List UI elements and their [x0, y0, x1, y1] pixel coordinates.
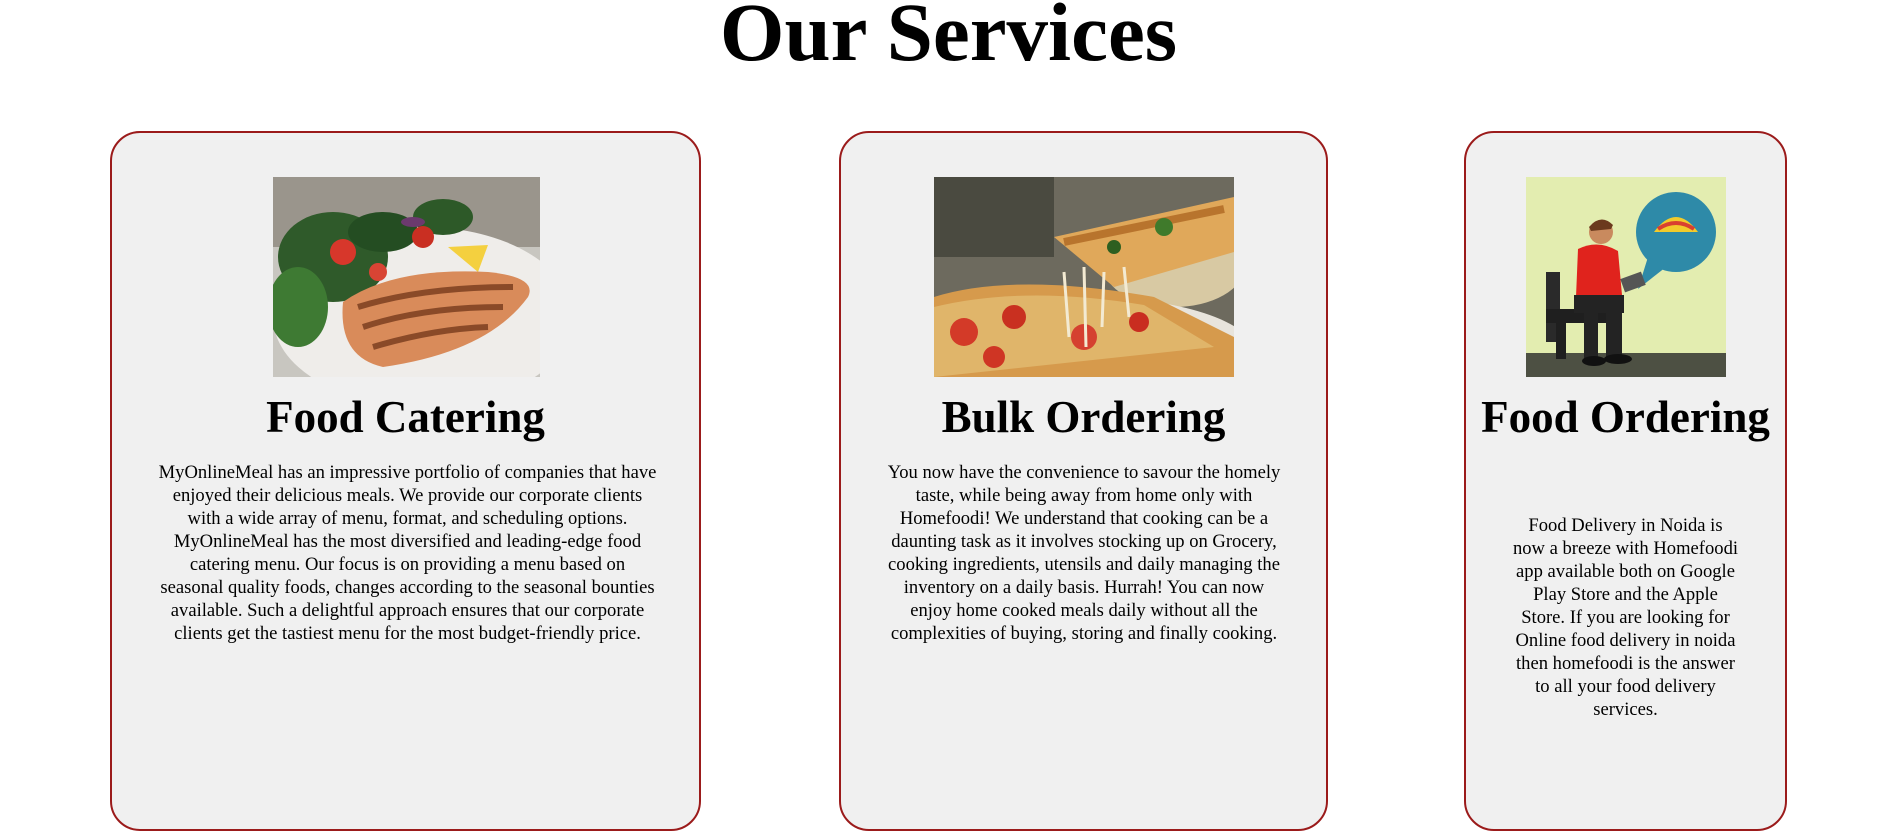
service-description: You now have the convenience to savour t…: [887, 462, 1281, 644]
service-title: Food Catering: [266, 392, 545, 442]
person-ordering-food-illustration: [1526, 177, 1726, 377]
pizza-image: [934, 177, 1234, 377]
salmon-salad-photo: [273, 177, 540, 377]
salmon-salad-image: [273, 177, 540, 377]
service-card-food-ordering: Food Ordering Food Delivery in Noida is …: [1464, 131, 1787, 831]
service-description: MyOnlineMeal has an impressive portfolio…: [158, 462, 657, 644]
service-title: Food Ordering: [1481, 392, 1770, 442]
service-description: Food Delivery in Noida is now a breeze w…: [1512, 515, 1739, 720]
service-card-food-catering: Food Catering MyOnlineMeal has an impres…: [110, 131, 701, 831]
service-card-bulk-ordering: Bulk Ordering You now have the convenien…: [839, 131, 1328, 831]
page-title: Our Services: [719, 0, 1178, 78]
food-ordering-image: [1526, 177, 1726, 377]
service-title: Bulk Ordering: [941, 392, 1226, 442]
pizza-photo: [934, 177, 1234, 377]
